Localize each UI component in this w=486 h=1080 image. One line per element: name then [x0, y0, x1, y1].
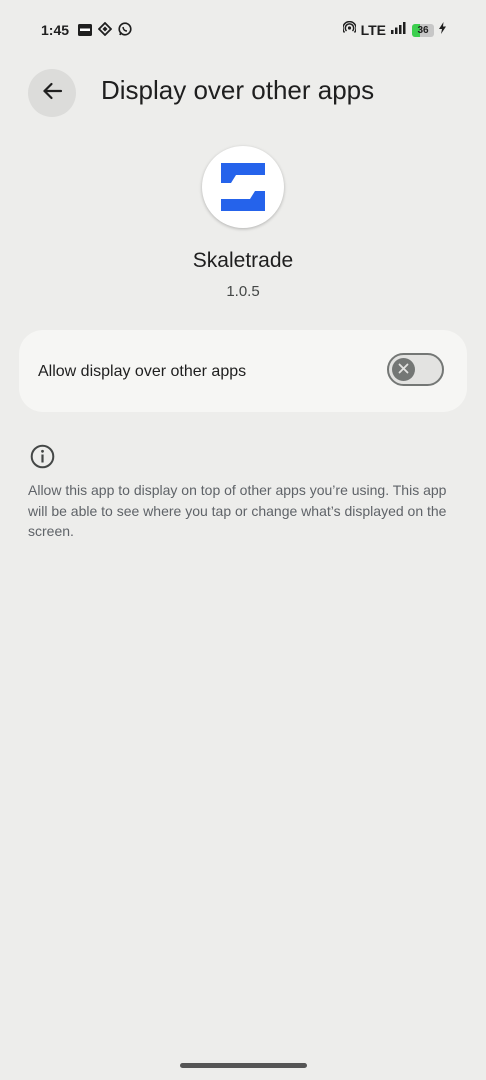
status-bar: 1:45 LTE 36	[0, 0, 486, 60]
app-version: 1.0.5	[226, 283, 260, 300]
battery-percent: 36	[417, 24, 429, 36]
back-button[interactable]	[28, 69, 76, 117]
charging-icon	[439, 21, 446, 39]
arrow-back-icon	[41, 80, 63, 107]
page-title: Display over other apps	[101, 75, 375, 105]
app-icon	[202, 146, 284, 228]
allow-display-setting[interactable]: Allow display over other apps	[19, 330, 467, 412]
setting-label: Allow display over other apps	[38, 363, 247, 380]
battery-icon: 36	[412, 23, 434, 37]
status-time: 1:45	[41, 22, 70, 38]
signal-icon	[391, 21, 407, 39]
app-name: Skaletrade	[192, 249, 294, 272]
notification-icon	[78, 23, 92, 41]
skaletrade-logo-icon	[221, 163, 265, 211]
allow-display-toggle[interactable]	[387, 353, 444, 386]
status-system-icons: LTE 36	[341, 20, 446, 39]
gesture-nav-handle[interactable]	[180, 1063, 307, 1068]
info-icon	[30, 444, 55, 469]
info-description: Allow this app to display on top of othe…	[28, 482, 447, 539]
whatsapp-icon	[118, 22, 132, 41]
vpn-icon	[97, 21, 113, 41]
status-notification-icons	[78, 21, 132, 41]
toggle-thumb	[392, 358, 415, 381]
network-type: LTE	[360, 22, 386, 38]
hotspot-icon	[341, 20, 357, 39]
close-icon	[398, 361, 409, 379]
